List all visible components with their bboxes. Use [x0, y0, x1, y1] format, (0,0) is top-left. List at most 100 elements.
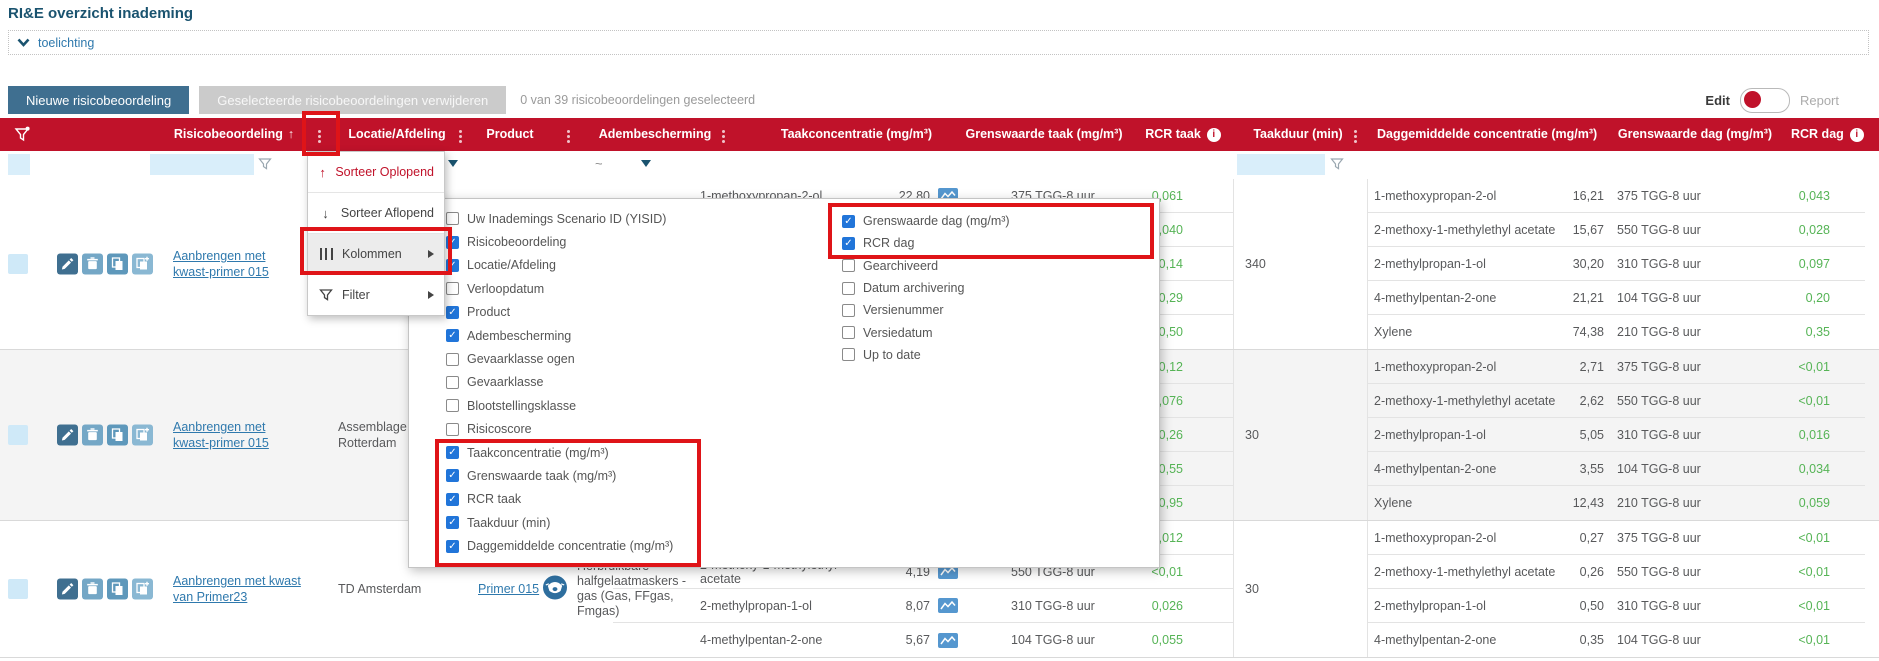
- checkbox-checked-icon[interactable]: ✓: [446, 329, 459, 342]
- delete-icon[interactable]: [82, 254, 103, 275]
- edit-icon[interactable]: [57, 425, 78, 446]
- column-toggle-gevaarklasse-ogen[interactable]: Gevaarklasse ogen: [446, 347, 673, 370]
- column-toggle-versienummer[interactable]: Versienummer: [842, 299, 1010, 321]
- copy-icon[interactable]: [107, 579, 128, 600]
- copy-icon[interactable]: [107, 254, 128, 275]
- column-menu-icon[interactable]: [1354, 130, 1357, 133]
- copy-add-icon[interactable]: [132, 254, 153, 275]
- copy-add-icon[interactable]: [132, 579, 153, 600]
- product-link[interactable]: Primer 015: [478, 582, 548, 596]
- edit-icon[interactable]: [57, 254, 78, 275]
- filter-input-taakduur[interactable]: [1237, 154, 1325, 175]
- menu-item-kolommen[interactable]: Kolommen: [308, 234, 444, 275]
- row-checkbox[interactable]: [8, 254, 28, 274]
- checkbox-checked-icon[interactable]: ✓: [446, 469, 459, 482]
- header-filter-icon[interactable]: [14, 126, 31, 146]
- exposure-chart-icon[interactable]: [930, 598, 966, 613]
- checkbox-checked-icon[interactable]: ✓: [842, 215, 855, 228]
- info-icon[interactable]: i: [1207, 128, 1221, 142]
- checkbox-checked-icon[interactable]: ✓: [446, 446, 459, 459]
- column-toggle-risicoscore[interactable]: Risicoscore: [446, 418, 673, 441]
- column-header-taakduur-min-[interactable]: Taakduur (min): [1248, 118, 1348, 151]
- filter-operator[interactable]: ~: [595, 156, 603, 171]
- column-toggle-daggemiddelde-concentratie-mg-m-[interactable]: ✓Daggemiddelde concentratie (mg/m³): [446, 534, 673, 557]
- row-checkbox[interactable]: [8, 579, 28, 599]
- column-toggle-taakduur-min-[interactable]: ✓Taakduur (min): [446, 511, 673, 534]
- assessment-link[interactable]: Aanbrengen met kwast-primer 015: [173, 419, 301, 451]
- column-header-adembescherming[interactable]: Adembescherming: [588, 118, 722, 151]
- assessment-link[interactable]: Aanbrengen met kwast-primer 015: [173, 248, 301, 280]
- select-all-checkbox[interactable]: [8, 154, 30, 175]
- column-toggle-adembescherming[interactable]: ✓Adembescherming: [446, 324, 673, 347]
- checkbox-unchecked-icon[interactable]: [842, 348, 855, 361]
- checkbox-unchecked-icon[interactable]: [842, 304, 855, 317]
- assessment-link[interactable]: Aanbrengen met kwast van Primer23: [173, 573, 301, 605]
- column-toggle-grenswaarde-taak-mg-m-[interactable]: ✓Grenswaarde taak (mg/m³): [446, 464, 673, 487]
- copy-add-icon[interactable]: [132, 425, 153, 446]
- column-header-daggemiddelde-concentratie-mg-m-[interactable]: Daggemiddelde concentratie (mg/m³): [1377, 118, 1595, 151]
- column-toggle-uw-inademings-scenario-id-yisid-[interactable]: Uw Inademings Scenario ID (YISID): [446, 207, 673, 230]
- checkbox-checked-icon[interactable]: ✓: [446, 259, 459, 272]
- checkbox-unchecked-icon[interactable]: [842, 326, 855, 339]
- column-menu-icon[interactable]: [459, 130, 462, 133]
- filter-dropdown-locatie[interactable]: [448, 160, 458, 167]
- column-toggle-risicobeoordeling[interactable]: ✓Risicobeoordeling: [446, 230, 673, 253]
- checkbox-unchecked-icon[interactable]: [446, 353, 459, 366]
- checkbox-unchecked-icon[interactable]: [446, 423, 459, 436]
- checkbox-checked-icon[interactable]: ✓: [446, 516, 459, 529]
- column-header-rcr-taak[interactable]: RCR taaki: [1143, 118, 1223, 151]
- menu-item-sorteer-oplopend[interactable]: ↑Sorteer Oplopend: [308, 152, 444, 193]
- checkbox-unchecked-icon[interactable]: [842, 259, 855, 272]
- column-header-locatie-afdeling[interactable]: Locatie/Afdeling: [322, 118, 472, 151]
- checkbox-unchecked-icon[interactable]: [446, 212, 459, 225]
- column-menu-icon[interactable]: [722, 130, 725, 133]
- column-toggle-taakconcentratie-mg-m-[interactable]: ✓Taakconcentratie (mg/m³): [446, 441, 673, 464]
- column-header-rcr-dag[interactable]: RCR dagi: [1791, 118, 1863, 151]
- column-toggle-versiedatum[interactable]: Versiedatum: [842, 321, 1010, 343]
- toelichting-collapsible[interactable]: toelichting: [8, 30, 1869, 55]
- exposure-chart-icon[interactable]: [930, 633, 966, 648]
- column-toggle-rcr-dag[interactable]: ✓RCR dag: [842, 232, 1010, 254]
- edit-icon[interactable]: [57, 579, 78, 600]
- row-checkbox[interactable]: [8, 425, 28, 445]
- new-assessment-button[interactable]: Nieuwe risicobeoordeling: [8, 86, 189, 114]
- column-toggle-product[interactable]: ✓Product: [446, 301, 673, 324]
- column-header-risicobeoordeling[interactable]: Risicobeoordeling↑: [160, 118, 308, 151]
- checkbox-unchecked-icon[interactable]: [446, 399, 459, 412]
- column-menu-icon[interactable]: [318, 130, 321, 133]
- column-toggle-gearchiveerd[interactable]: Gearchiveerd: [842, 255, 1010, 277]
- column-header-taakconcentratie-mg-m-[interactable]: Taakconcentratie (mg/m³): [750, 118, 963, 151]
- filter-dropdown-product[interactable]: [641, 160, 651, 167]
- column-header-product[interactable]: Product: [465, 118, 555, 151]
- filter-input-risicobeoordeling[interactable]: [150, 154, 254, 175]
- info-icon[interactable]: i: [1850, 128, 1864, 142]
- checkbox-unchecked-icon[interactable]: [446, 282, 459, 295]
- edit-report-toggle[interactable]: [1740, 88, 1790, 113]
- checkbox-checked-icon[interactable]: ✓: [446, 493, 459, 506]
- column-toggle-rcr-taak[interactable]: ✓RCR taak: [446, 488, 673, 511]
- delete-icon[interactable]: [82, 425, 103, 446]
- column-toggle-grenswaarde-dag-mg-m-[interactable]: ✓Grenswaarde dag (mg/m³): [842, 210, 1010, 232]
- checkbox-unchecked-icon[interactable]: [842, 282, 855, 295]
- column-toggle-verloopdatum[interactable]: Verloopdatum: [446, 277, 673, 300]
- column-menu-icon[interactable]: [567, 130, 570, 133]
- funnel-icon[interactable]: [1330, 157, 1344, 174]
- delete-icon[interactable]: [82, 579, 103, 600]
- column-toggle-datum-archivering[interactable]: Datum archivering: [842, 277, 1010, 299]
- copy-icon[interactable]: [107, 425, 128, 446]
- checkbox-checked-icon[interactable]: ✓: [446, 306, 459, 319]
- column-header-grenswaarde-dag-mg-m-[interactable]: Grenswaarde dag (mg/m³): [1616, 118, 1774, 151]
- column-toggle-locatie-afdeling[interactable]: ✓Locatie/Afdeling: [446, 254, 673, 277]
- checkbox-unchecked-icon[interactable]: [446, 376, 459, 389]
- column-toggle-up-to-date[interactable]: Up to date: [842, 344, 1010, 366]
- column-header-grenswaarde-taak-mg-m-[interactable]: Grenswaarde taak (mg/m³): [965, 118, 1123, 151]
- funnel-icon[interactable]: [258, 157, 272, 174]
- checkbox-checked-icon[interactable]: ✓: [446, 236, 459, 249]
- column-toggle-blootstellingsklasse[interactable]: Blootstellingsklasse: [446, 394, 673, 417]
- menu-item-filter[interactable]: Filter: [308, 275, 444, 315]
- task-limit-value: 104 TGG-8 uur: [966, 633, 1126, 647]
- checkbox-checked-icon[interactable]: ✓: [842, 237, 855, 250]
- column-toggle-gevaarklasse[interactable]: Gevaarklasse: [446, 371, 673, 394]
- menu-item-sorteer-aflopend[interactable]: ↓Sorteer Aflopend: [308, 193, 444, 234]
- checkbox-checked-icon[interactable]: ✓: [446, 540, 459, 553]
